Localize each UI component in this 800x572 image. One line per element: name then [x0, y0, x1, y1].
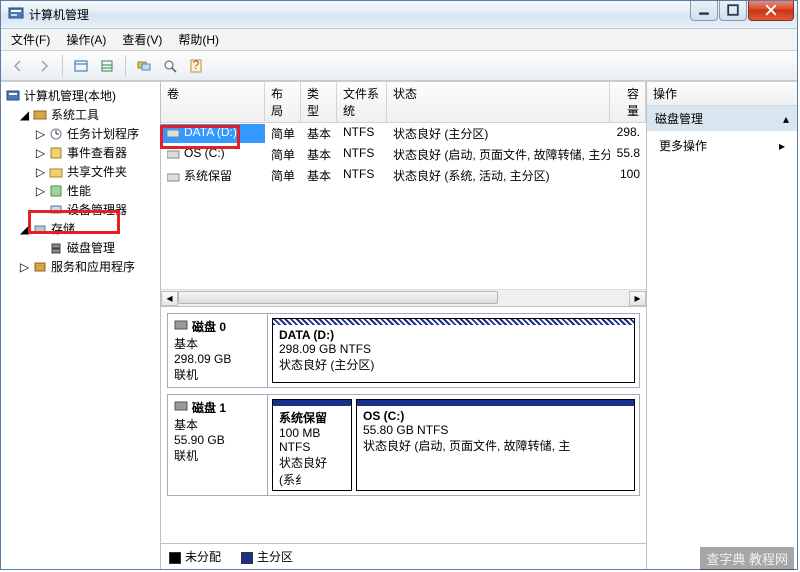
- tree-device-manager[interactable]: 设备管理器: [3, 200, 158, 219]
- menubar: 文件(F) 操作(A) 查看(V) 帮助(H): [1, 29, 797, 51]
- toolbar-zoom-button[interactable]: [159, 55, 181, 77]
- actions-category[interactable]: 磁盘管理 ▴: [647, 106, 797, 131]
- toolbar-separator: [62, 55, 63, 77]
- scroll-left-button[interactable]: ◂: [161, 291, 178, 306]
- column-layout[interactable]: 布局: [265, 82, 301, 122]
- toolbar-settings-button[interactable]: [133, 55, 155, 77]
- nav-back-button[interactable]: [7, 55, 29, 77]
- toolbar-separator: [125, 55, 126, 77]
- legend: 未分配 主分区: [161, 543, 646, 569]
- disk-info[interactable]: 磁盘 0 基本 298.09 GB 联机: [168, 314, 268, 387]
- volume-row[interactable]: OS (C:) 简单 基本 NTFS 状态良好 (启动, 页面文件, 故障转储,…: [161, 144, 646, 165]
- close-button[interactable]: [748, 1, 794, 21]
- more-actions[interactable]: 更多操作 ▸: [647, 131, 797, 160]
- partition-band: [273, 400, 351, 406]
- disk-icon: [174, 318, 188, 335]
- menu-help[interactable]: 帮助(H): [172, 29, 225, 50]
- disk-info[interactable]: 磁盘 1 基本 55.90 GB 联机: [168, 395, 268, 495]
- tree-disk-management[interactable]: 磁盘管理: [3, 238, 158, 257]
- app-window: 计算机管理 文件(F) 操作(A) 查看(V) 帮助(H) ? 计算机管理(本地…: [0, 0, 798, 570]
- svg-text:?: ?: [193, 59, 200, 72]
- volume-icon: [167, 127, 181, 139]
- disk-graphical-view: 磁盘 0 基本 298.09 GB 联机 DATA (D:) 298.09 GB…: [161, 307, 646, 543]
- scroll-right-button[interactable]: ▸: [629, 291, 646, 306]
- expand-icon[interactable]: ▷: [35, 185, 46, 196]
- actions-header: 操作: [647, 82, 797, 106]
- chevron-right-icon: ▸: [779, 139, 785, 153]
- collapse-up-icon[interactable]: ▴: [783, 112, 789, 126]
- menu-view[interactable]: 查看(V): [116, 29, 168, 50]
- legend-swatch-primary: [241, 552, 253, 564]
- legend-swatch-unallocated: [169, 552, 181, 564]
- toolbar: ?: [1, 51, 797, 81]
- toolbar-help-button[interactable]: ?: [185, 55, 207, 77]
- expand-icon[interactable]: ▷: [19, 261, 30, 272]
- disk-icon: [174, 399, 188, 416]
- center-pane: 卷 布局 类型 文件系统 状态 容量 DATA (D:) 简单 基本 NTFS …: [161, 82, 647, 569]
- titlebar[interactable]: 计算机管理: [1, 1, 797, 29]
- tree-storage[interactable]: ◢存储: [3, 219, 158, 238]
- scroll-track[interactable]: [178, 291, 629, 306]
- tree-services-apps[interactable]: ▷服务和应用程序: [3, 257, 158, 276]
- disk-block[interactable]: 磁盘 1 基本 55.90 GB 联机 系统保留 100 MB NTFS 状态良…: [167, 394, 640, 496]
- toolbar-refresh-button[interactable]: [96, 55, 118, 77]
- tree-task-scheduler[interactable]: ▷任务计划程序: [3, 124, 158, 143]
- volume-list: 卷 布局 类型 文件系统 状态 容量 DATA (D:) 简单 基本 NTFS …: [161, 82, 646, 307]
- scroll-thumb[interactable]: [178, 291, 498, 304]
- column-status[interactable]: 状态: [387, 82, 610, 122]
- column-volume[interactable]: 卷: [161, 82, 265, 122]
- horizontal-scrollbar[interactable]: ◂ ▸: [161, 289, 646, 306]
- watermark: 查字典 教程网: [700, 547, 794, 570]
- tree-root-label: 计算机管理(本地): [24, 87, 116, 104]
- tree-event-viewer[interactable]: ▷事件查看器: [3, 143, 158, 162]
- partition-band: [273, 319, 634, 325]
- actions-pane: 操作 磁盘管理 ▴ 更多操作 ▸: [647, 82, 797, 569]
- volume-icon: [167, 148, 181, 160]
- volume-row[interactable]: DATA (D:) 简单 基本 NTFS 状态良好 (主分区) 298.: [161, 123, 646, 144]
- window-title: 计算机管理: [1, 6, 690, 23]
- menu-file[interactable]: 文件(F): [5, 29, 56, 50]
- tree-system-tools[interactable]: ◢系统工具: [3, 105, 158, 124]
- nav-forward-button[interactable]: [33, 55, 55, 77]
- maximize-button[interactable]: [719, 1, 747, 21]
- tree-shared-folders[interactable]: ▷共享文件夹: [3, 162, 158, 181]
- navigation-tree[interactable]: 计算机管理(本地) ◢系统工具 ▷任务计划程序 ▷事件查看器 ▷共享文件夹 ▷性…: [1, 82, 161, 569]
- toolbar-views-button[interactable]: [70, 55, 92, 77]
- app-icon: [8, 6, 24, 22]
- partition-box[interactable]: OS (C:) 55.80 GB NTFS 状态良好 (启动, 页面文件, 故障…: [356, 399, 635, 491]
- tree-root[interactable]: 计算机管理(本地): [3, 86, 158, 105]
- partition-band: [357, 400, 634, 406]
- tree-performance[interactable]: ▷性能: [3, 181, 158, 200]
- column-type[interactable]: 类型: [301, 82, 337, 122]
- column-capacity[interactable]: 容量: [610, 82, 646, 122]
- volume-icon: [167, 171, 181, 183]
- expand-icon[interactable]: ▷: [35, 147, 46, 158]
- partition-box[interactable]: DATA (D:) 298.09 GB NTFS 状态良好 (主分区): [272, 318, 635, 383]
- collapse-icon[interactable]: ◢: [19, 223, 30, 234]
- partition-box[interactable]: 系统保留 100 MB NTFS 状态良好 (系纟: [272, 399, 352, 491]
- volume-list-header[interactable]: 卷 布局 类型 文件系统 状态 容量: [161, 82, 646, 123]
- expand-icon[interactable]: ▷: [35, 166, 46, 177]
- expand-icon[interactable]: ▷: [35, 128, 46, 139]
- menu-action[interactable]: 操作(A): [60, 29, 112, 50]
- column-filesystem[interactable]: 文件系统: [337, 82, 387, 122]
- collapse-icon[interactable]: ◢: [19, 109, 30, 120]
- minimize-button[interactable]: [690, 1, 718, 21]
- volume-row[interactable]: 系统保留 简单 基本 NTFS 状态良好 (系统, 活动, 主分区) 100: [161, 165, 646, 186]
- disk-block[interactable]: 磁盘 0 基本 298.09 GB 联机 DATA (D:) 298.09 GB…: [167, 313, 640, 388]
